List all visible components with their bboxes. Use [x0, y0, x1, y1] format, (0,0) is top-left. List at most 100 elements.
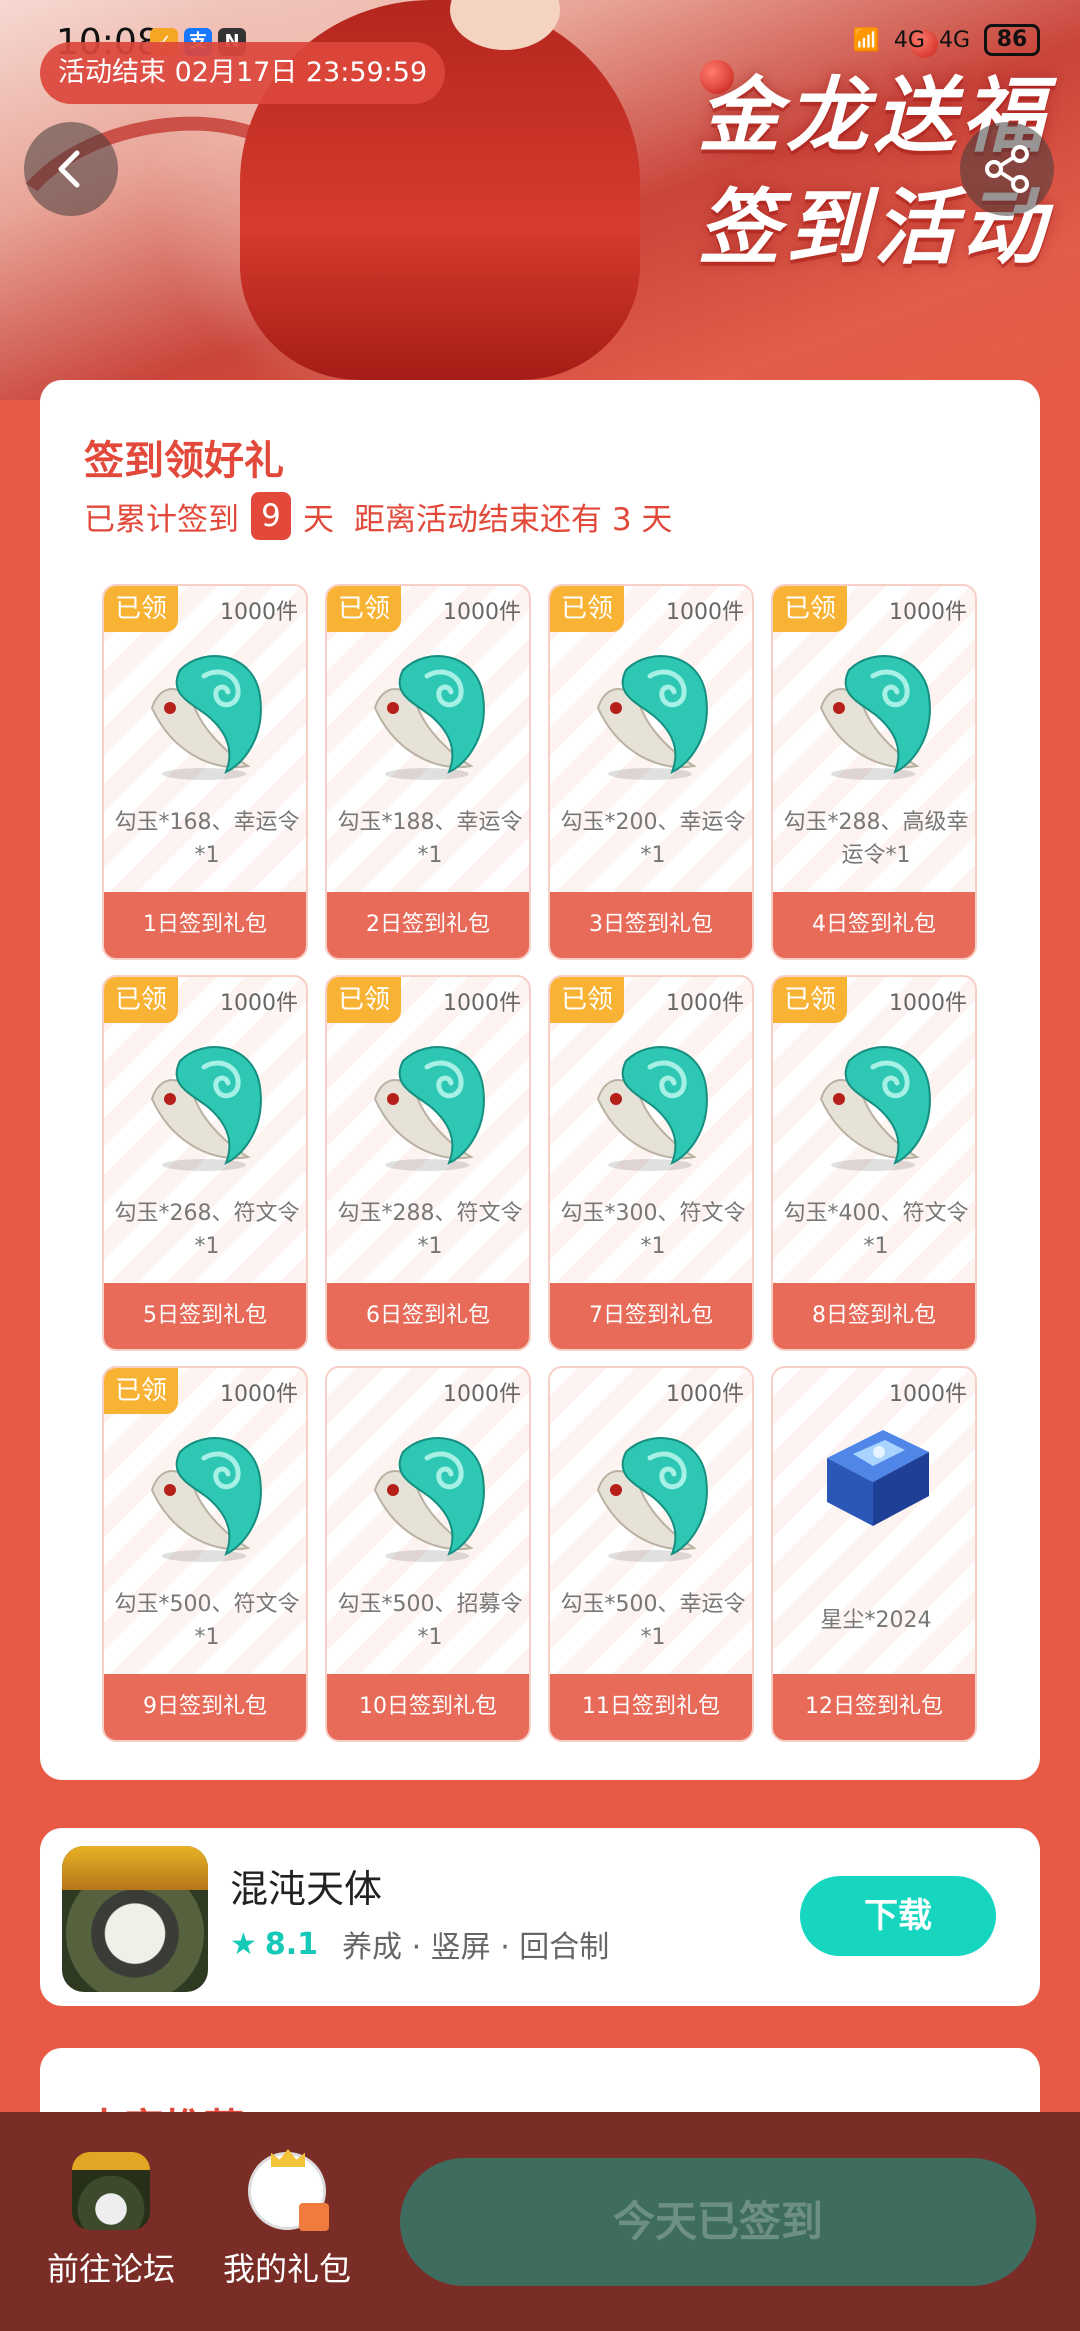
- stardust-chest-icon: [813, 1408, 939, 1544]
- gift-quantity: 1000件: [666, 991, 744, 1016]
- my-gifts-button[interactable]: 我的礼包: [212, 2149, 362, 2290]
- gift-tile[interactable]: 已领 1000件 勾玉*400、符文令*1 8日签到礼包: [771, 975, 977, 1351]
- claimed-badge: 已领: [327, 586, 401, 632]
- gift-tile[interactable]: 已领 1000件 勾玉*288、高级幸运令*1 4日签到礼包: [771, 584, 977, 960]
- game-tags: 养成 · 竖屏 · 回合制: [342, 1930, 610, 1965]
- network-indicator-2: 4G: [938, 27, 970, 53]
- gift-description: 星尘*2024: [820, 1608, 932, 1633]
- gouyu-icon: [590, 1037, 716, 1173]
- game-card[interactable]: 混沌天体 ★ 8.1 养成 · 竖屏 · 回合制 下载: [40, 1828, 1040, 2006]
- gouyu-icon: [590, 646, 716, 782]
- gift-quantity: 1000件: [220, 600, 298, 625]
- wifi-icon: 📶: [852, 27, 880, 53]
- claimed-badge: 已领: [104, 1368, 178, 1414]
- forum-game-icon: [72, 2152, 150, 2230]
- share-icon: [985, 145, 1029, 193]
- gift-tile[interactable]: 1000件 星尘*2024 12日签到礼包: [771, 1366, 977, 1742]
- gift-quantity: 1000件: [443, 600, 521, 625]
- event-end-countdown: 活动结束 02月17日 23:59:59: [40, 42, 446, 104]
- gift-quantity: 1000件: [220, 1382, 298, 1407]
- gouyu-icon: [813, 646, 939, 782]
- gift-day-label: 10日签到礼包: [327, 1674, 529, 1740]
- gift-quantity: 1000件: [443, 991, 521, 1016]
- gift-description: 勾玉*268、符文令*1: [114, 1201, 300, 1259]
- gift-day-label: 9日签到礼包: [104, 1674, 306, 1740]
- status-right: 📶 4G 4G 86: [852, 24, 1040, 56]
- gift-tile[interactable]: 1000件 勾玉*500、幸运令*1 11日签到礼包: [548, 1366, 754, 1742]
- gift-day-label: 1日签到礼包: [104, 892, 306, 958]
- gift-tile[interactable]: 已领 1000件 勾玉*188、幸运令*1 2日签到礼包: [325, 584, 531, 960]
- game-icon: [62, 1846, 208, 1992]
- gift-box-icon: [299, 2203, 329, 2231]
- gift-grid: 已领 1000件 勾玉*168、幸运令*1 1日签到礼包 已领 1000件 勾玉*188…: [102, 584, 982, 1742]
- gouyu-icon: [367, 646, 493, 782]
- claimed-badge: 已领: [104, 977, 178, 1023]
- forum-label: 前往论坛: [46, 2250, 175, 2288]
- gift-day-label: 7日签到礼包: [550, 1283, 752, 1349]
- gouyu-icon: [813, 1037, 939, 1173]
- claimed-badge: 已领: [327, 977, 401, 1023]
- gouyu-icon: [144, 1428, 270, 1564]
- gift-day-label: 11日签到礼包: [550, 1674, 752, 1740]
- my-gifts-label: 我的礼包: [222, 2250, 351, 2288]
- forum-button[interactable]: 前往论坛: [36, 2152, 186, 2290]
- claimed-badge: 已领: [550, 586, 624, 632]
- gift-description: 勾玉*188、幸运令*1: [337, 810, 523, 868]
- gift-quantity: 1000件: [220, 991, 298, 1016]
- signin-progress: 已累计签到 9 天 距离活动结束还有 3 天: [84, 492, 672, 540]
- gift-day-label: 8日签到礼包: [773, 1283, 975, 1349]
- gift-quantity: 1000件: [666, 600, 744, 625]
- gift-description: 勾玉*288、符文令*1: [337, 1201, 523, 1259]
- days-unit: 天: [303, 501, 334, 538]
- crown-icon: [271, 2149, 305, 2167]
- network-indicator-1: 4G: [893, 27, 925, 53]
- gift-tile[interactable]: 已领 1000件 勾玉*268、符文令*1 5日签到礼包: [102, 975, 308, 1351]
- claimed-badge: 已领: [550, 977, 624, 1023]
- gift-description: 勾玉*288、高级幸运令*1: [783, 810, 969, 868]
- gift-description: 勾玉*168、幸运令*1: [114, 810, 300, 868]
- share-button[interactable]: [960, 122, 1054, 216]
- gift-quantity: 1000件: [889, 1382, 967, 1407]
- gift-tile[interactable]: 已领 1000件 勾玉*500、符文令*1 9日签到礼包: [102, 1366, 308, 1742]
- gift-tile[interactable]: 已领 1000件 勾玉*200、幸运令*1 3日签到礼包: [548, 584, 754, 960]
- gouyu-icon: [367, 1428, 493, 1564]
- star-icon: ★: [230, 1926, 257, 1962]
- back-button[interactable]: [24, 122, 118, 216]
- gift-day-label: 2日签到礼包: [327, 892, 529, 958]
- gouyu-icon: [590, 1428, 716, 1564]
- cumulative-label: 已累计签到: [84, 501, 239, 538]
- gift-quantity: 1000件: [666, 1382, 744, 1407]
- gift-description: 勾玉*200、幸运令*1: [560, 810, 746, 868]
- gift-tile[interactable]: 已领 1000件 勾玉*288、符文令*1 6日签到礼包: [325, 975, 531, 1351]
- gift-tile[interactable]: 1000件 勾玉*500、招募令*1 10日签到礼包: [325, 1366, 531, 1742]
- gift-quantity: 1000件: [889, 600, 967, 625]
- claimed-badge: 已领: [104, 586, 178, 632]
- gift-day-label: 6日签到礼包: [327, 1283, 529, 1349]
- days-signed-count: 9: [251, 492, 291, 540]
- game-icon-hat: [62, 1846, 208, 1890]
- game-rating: 8.1: [264, 1926, 319, 1962]
- claimed-badge: 已领: [773, 977, 847, 1023]
- signin-title: 签到领好礼: [84, 438, 284, 484]
- signed-today-button[interactable]: 今天已签到: [400, 2158, 1036, 2286]
- gift-tile[interactable]: 已领 1000件 勾玉*300、符文令*1 7日签到礼包: [548, 975, 754, 1351]
- chevron-left-icon: [58, 150, 80, 188]
- gift-description: 勾玉*300、符文令*1: [560, 1201, 746, 1259]
- claimed-badge: 已领: [773, 586, 847, 632]
- gift-description: 勾玉*500、幸运令*1: [560, 1592, 746, 1650]
- game-meta: ★ 8.1 养成 · 竖屏 · 回合制: [230, 1922, 609, 1966]
- gift-day-label: 4日签到礼包: [773, 892, 975, 958]
- gift-day-label: 12日签到礼包: [773, 1674, 975, 1740]
- signin-card: 签到领好礼 已累计签到 9 天 距离活动结束还有 3 天 已领 1000件 勾玉*…: [40, 380, 1040, 1780]
- download-button[interactable]: 下载: [800, 1876, 996, 1956]
- bottom-bar: 前往论坛 我的礼包 今天已签到: [0, 2112, 1080, 2331]
- gouyu-icon: [367, 1037, 493, 1173]
- battery-icon: 86: [984, 24, 1040, 56]
- gift-quantity: 1000件: [889, 991, 967, 1016]
- gift-quantity: 1000件: [443, 1382, 521, 1407]
- remaining-days-text: 距离活动结束还有 3 天: [354, 501, 673, 538]
- gift-day-label: 5日签到礼包: [104, 1283, 306, 1349]
- gift-day-label: 3日签到礼包: [550, 892, 752, 958]
- gift-avatar-icon: [248, 2149, 329, 2231]
- gift-tile[interactable]: 已领 1000件 勾玉*168、幸运令*1 1日签到礼包: [102, 584, 308, 960]
